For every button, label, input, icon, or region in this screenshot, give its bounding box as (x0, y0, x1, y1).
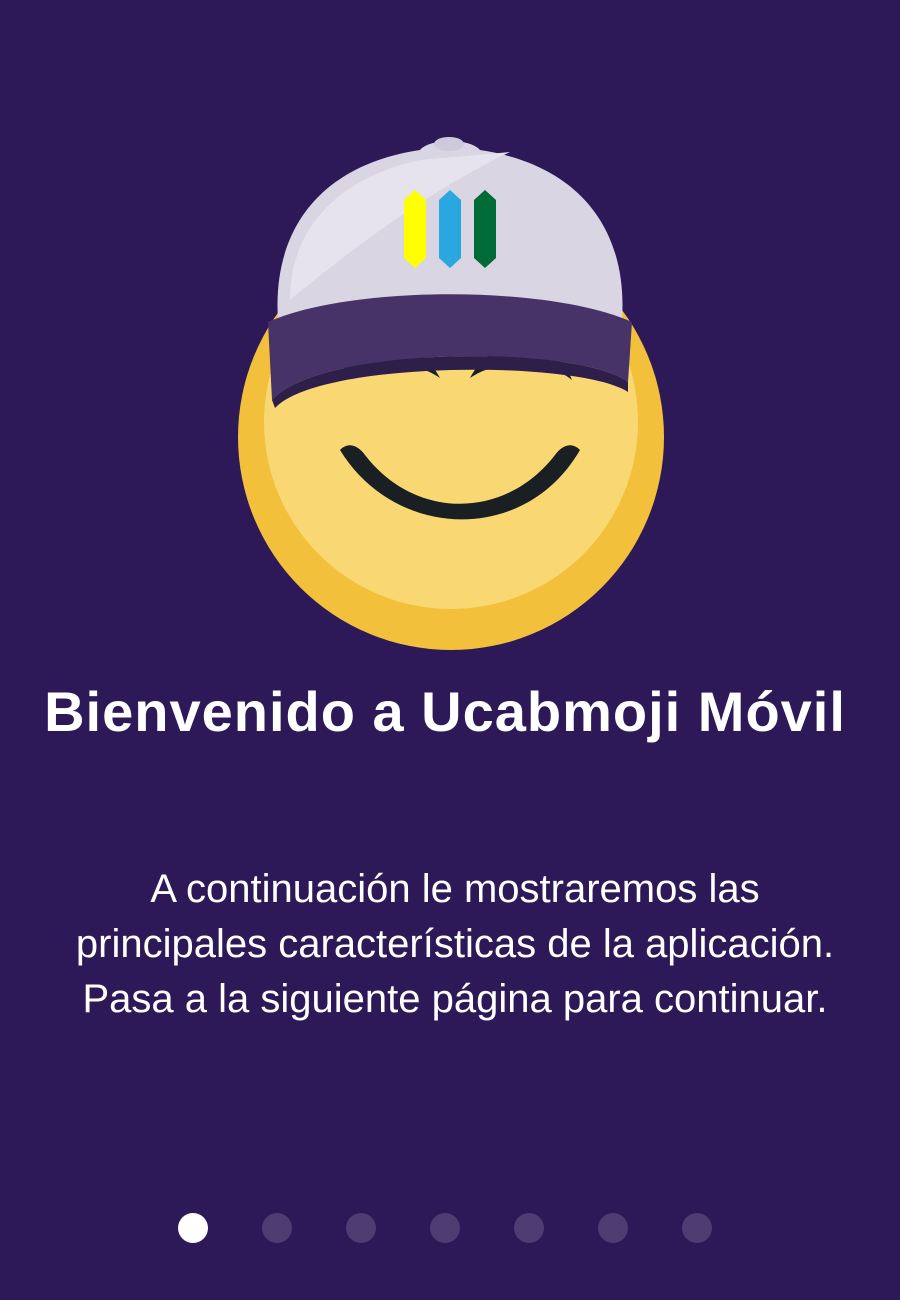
page-dot-7[interactable] (682, 1213, 712, 1243)
page-dot-2[interactable] (262, 1213, 292, 1243)
page-dot-1[interactable] (178, 1213, 208, 1243)
smiley-cap-mascot-icon (238, 137, 664, 650)
logo-stripe-blue (439, 190, 461, 268)
logo-stripe-green (474, 190, 496, 268)
page-dot-3[interactable] (346, 1213, 376, 1243)
page-indicator (0, 1213, 900, 1243)
logo-stripe-yellow (404, 190, 426, 268)
page-dot-5[interactable] (514, 1213, 544, 1243)
page-dot-6[interactable] (598, 1213, 628, 1243)
cap-button (434, 137, 464, 151)
page-dot-4[interactable] (430, 1213, 460, 1243)
onboarding-description: A continuación le mostraremos las princi… (75, 867, 835, 1021)
page-title: Bienvenido a Ucabmoji Móvil (44, 680, 846, 743)
